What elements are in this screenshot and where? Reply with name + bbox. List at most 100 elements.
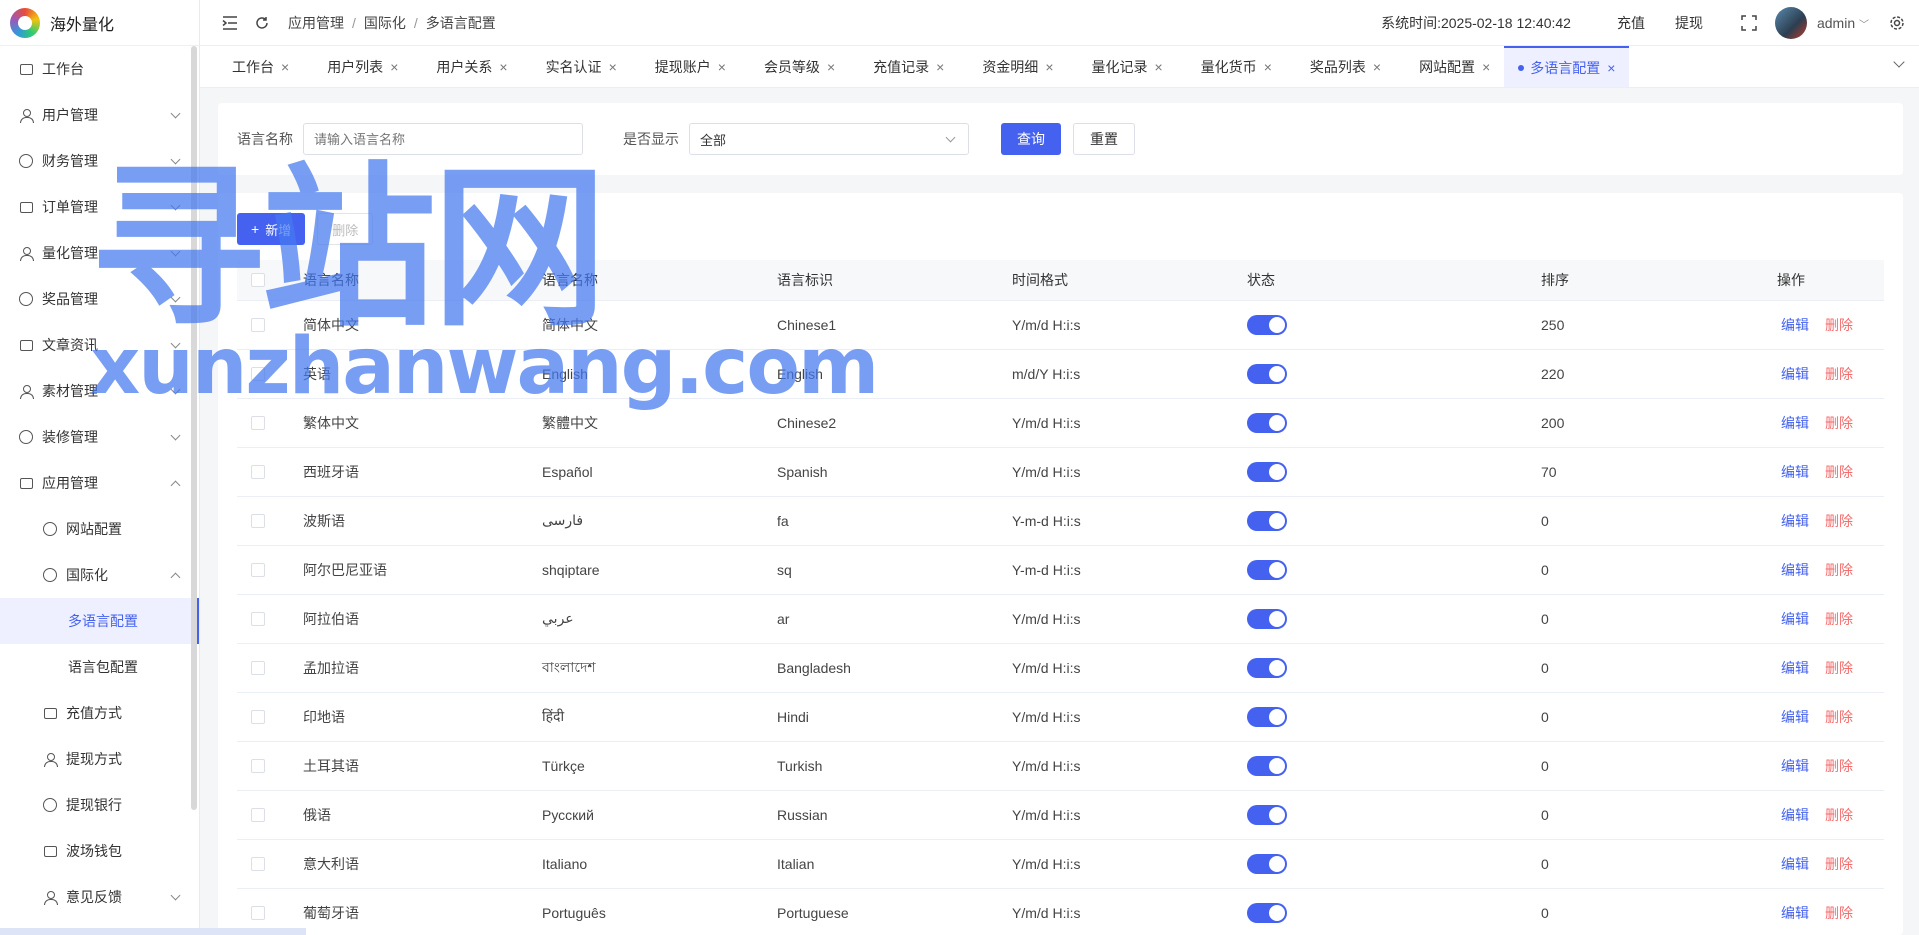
batch-delete-button[interactable]: 删除 [317, 213, 374, 245]
tab[interactable]: 充值记录 × [849, 46, 958, 87]
edit-link[interactable]: 编辑 [1781, 905, 1809, 921]
tab[interactable]: 用户列表 × [303, 46, 412, 87]
tabs-more-chevron-icon[interactable] [1893, 56, 1905, 68]
gear-icon[interactable] [1889, 15, 1905, 31]
close-icon[interactable]: × [390, 59, 398, 75]
sidebar-item[interactable]: 应用管理 [0, 460, 199, 506]
menu-fold-icon[interactable] [220, 13, 240, 33]
breadcrumb-item-i18n[interactable]: 国际化 [364, 13, 406, 33]
row-checkbox[interactable] [251, 317, 265, 332]
delete-link[interactable]: 删除 [1825, 807, 1853, 823]
tab[interactable]: 量化记录 × [1068, 46, 1177, 87]
sidebar-scrollbar[interactable] [191, 46, 197, 810]
status-toggle[interactable] [1247, 657, 1287, 678]
sidebar-item[interactable]: 装修管理 [0, 414, 199, 460]
sidebar-item[interactable]: 提现方式 [0, 736, 199, 782]
tab[interactable]: 网站配置 × [1395, 46, 1504, 87]
edit-link[interactable]: 编辑 [1781, 611, 1809, 627]
close-icon[interactable]: × [936, 59, 944, 75]
tab[interactable]: 量化货币 × [1177, 46, 1286, 87]
close-icon[interactable]: × [1373, 59, 1381, 75]
sidebar-item[interactable]: 订单管理 [0, 184, 199, 230]
tab[interactable]: 奖品列表 × [1286, 46, 1395, 87]
close-icon[interactable]: × [1155, 59, 1163, 75]
edit-link[interactable]: 编辑 [1781, 709, 1809, 725]
sidebar-item[interactable]: 用户管理 [0, 92, 199, 138]
row-checkbox[interactable] [251, 807, 265, 822]
status-toggle[interactable] [1247, 510, 1287, 531]
tab[interactable]: 资金明细 × [958, 46, 1067, 87]
sidebar-item[interactable]: 多语言配置 [0, 598, 199, 644]
row-checkbox[interactable] [251, 366, 265, 381]
fullscreen-icon[interactable] [1741, 15, 1757, 31]
close-icon[interactable]: × [1482, 59, 1490, 75]
edit-link[interactable]: 编辑 [1781, 415, 1809, 431]
edit-link[interactable]: 编辑 [1781, 856, 1809, 872]
status-toggle[interactable] [1247, 363, 1287, 384]
row-checkbox[interactable] [251, 856, 265, 871]
status-toggle[interactable] [1247, 559, 1287, 580]
edit-link[interactable]: 编辑 [1781, 660, 1809, 676]
edit-link[interactable]: 编辑 [1781, 562, 1809, 578]
delete-link[interactable]: 删除 [1825, 415, 1853, 431]
tab[interactable]: 多语言配置 × [1504, 46, 1630, 87]
edit-link[interactable]: 编辑 [1781, 758, 1809, 774]
status-toggle[interactable] [1247, 804, 1287, 825]
status-toggle[interactable] [1247, 412, 1287, 433]
tab[interactable]: 用户关系 × [412, 46, 521, 87]
edit-link[interactable]: 编辑 [1781, 317, 1809, 333]
row-checkbox[interactable] [251, 611, 265, 626]
delete-link[interactable]: 删除 [1825, 464, 1853, 480]
close-icon[interactable]: × [1264, 59, 1272, 75]
row-checkbox[interactable] [251, 415, 265, 430]
delete-link[interactable]: 删除 [1825, 611, 1853, 627]
delete-link[interactable]: 删除 [1825, 905, 1853, 921]
sidebar-item[interactable]: 国际化 [0, 552, 199, 598]
row-checkbox[interactable] [251, 758, 265, 773]
sidebar-item[interactable]: 语言包配置 [0, 644, 199, 690]
status-toggle[interactable] [1247, 706, 1287, 727]
reset-button[interactable]: 重置 [1073, 123, 1135, 155]
edit-link[interactable]: 编辑 [1781, 464, 1809, 480]
tab[interactable]: 提现账户 × [631, 46, 740, 87]
sidebar-item[interactable]: 财务管理 [0, 138, 199, 184]
close-icon[interactable]: × [609, 59, 617, 75]
breadcrumb-item-app[interactable]: 应用管理 [288, 13, 344, 33]
recharge-link[interactable]: 充值 [1617, 13, 1645, 33]
sidebar-item[interactable]: 工作台 [0, 46, 199, 92]
sidebar-item[interactable]: 提现银行 [0, 782, 199, 828]
status-toggle[interactable] [1247, 314, 1287, 335]
delete-link[interactable]: 删除 [1825, 856, 1853, 872]
close-icon[interactable]: × [499, 59, 507, 75]
row-checkbox[interactable] [251, 513, 265, 528]
withdraw-link[interactable]: 提现 [1675, 13, 1703, 33]
close-icon[interactable]: × [1045, 59, 1053, 75]
sidebar-item[interactable]: 波场钱包 [0, 828, 199, 874]
tab[interactable]: 会员等级 × [740, 46, 849, 87]
status-toggle[interactable] [1247, 755, 1287, 776]
row-checkbox[interactable] [251, 905, 265, 920]
status-toggle[interactable] [1247, 902, 1287, 923]
row-checkbox[interactable] [251, 464, 265, 479]
language-name-input[interactable] [303, 123, 583, 155]
logo[interactable]: 海外量化 [0, 0, 199, 46]
status-toggle[interactable] [1247, 853, 1287, 874]
delete-link[interactable]: 删除 [1825, 709, 1853, 725]
query-button[interactable]: 查询 [1001, 123, 1061, 155]
select-all-checkbox[interactable] [251, 272, 265, 287]
row-checkbox[interactable] [251, 709, 265, 724]
delete-link[interactable]: 删除 [1825, 317, 1853, 333]
is-show-select[interactable]: 全部 [689, 123, 969, 155]
delete-link[interactable]: 删除 [1825, 366, 1853, 382]
add-button[interactable]: + 新增 [237, 213, 306, 245]
close-icon[interactable]: × [1607, 60, 1615, 76]
sidebar-item[interactable]: 充值方式 [0, 690, 199, 736]
close-icon[interactable]: × [718, 59, 726, 75]
close-icon[interactable]: × [827, 59, 835, 75]
sidebar-item[interactable]: 量化管理 [0, 230, 199, 276]
sidebar-item[interactable]: 奖品管理 [0, 276, 199, 322]
delete-link[interactable]: 删除 [1825, 660, 1853, 676]
row-checkbox[interactable] [251, 562, 265, 577]
delete-link[interactable]: 删除 [1825, 758, 1853, 774]
status-toggle[interactable] [1247, 461, 1287, 482]
